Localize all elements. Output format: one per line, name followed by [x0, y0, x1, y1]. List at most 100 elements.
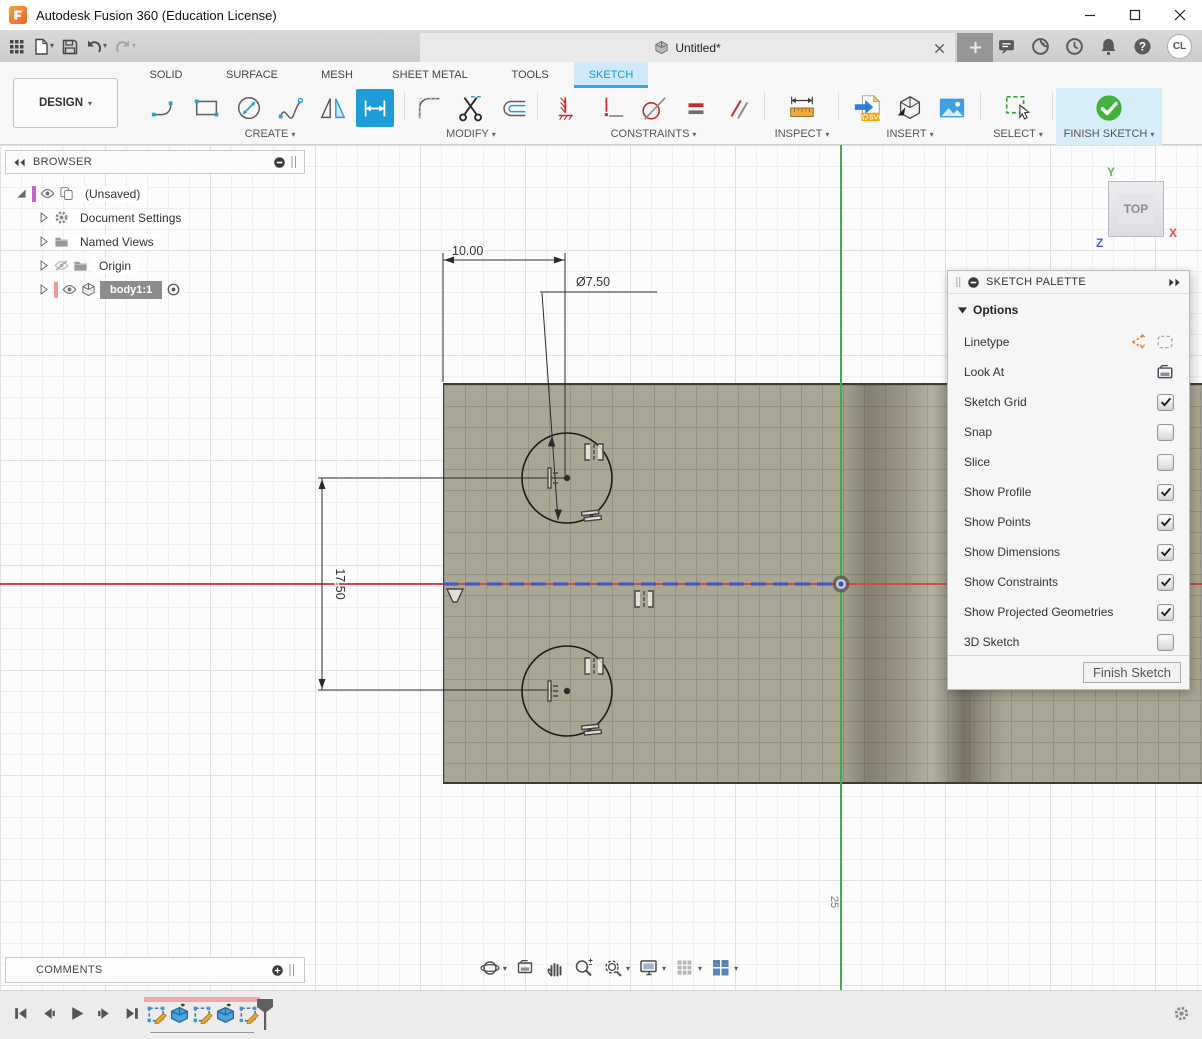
snap-checkbox[interactable]	[1157, 424, 1174, 441]
collapse-arrow-icon[interactable]	[37, 283, 50, 296]
circle-tool[interactable]	[230, 89, 268, 127]
tab-tools[interactable]: TOOLS	[486, 62, 574, 88]
spline-tool[interactable]	[272, 89, 310, 127]
viewports-tool-button[interactable]: ▾	[711, 958, 738, 978]
dropdown-caret-icon[interactable]: ▾	[662, 964, 666, 973]
browser-item-body1[interactable]: body1:1	[37, 279, 305, 300]
expand-arrow-icon[interactable]	[15, 187, 28, 200]
activate-component-radio-icon[interactable]	[166, 282, 181, 297]
look-at-icon[interactable]	[1156, 363, 1174, 381]
browser-item-document-settings[interactable]: Document Settings	[37, 207, 305, 228]
3d-sketch-checkbox[interactable]	[1157, 634, 1174, 651]
centerline-linetype-icon[interactable]	[1156, 333, 1174, 351]
save-button[interactable]	[61, 38, 78, 55]
tab-surface[interactable]: SURFACE	[204, 62, 300, 88]
dropdown-caret-icon[interactable]: ▾	[626, 964, 630, 973]
extrude-feature-item[interactable]	[169, 1003, 190, 1024]
browser-item-named-views[interactable]: Named Views	[37, 231, 305, 252]
options-section-header[interactable]: Options	[948, 294, 1189, 319]
tab-sheet-metal[interactable]: SHEET METAL	[374, 62, 486, 88]
app-launcher-button[interactable]	[8, 38, 25, 55]
visibility-eye-icon[interactable]	[40, 186, 55, 201]
fillet-tool[interactable]	[410, 89, 448, 127]
finish-sketch-button[interactable]: Finish Sketch	[1083, 662, 1181, 683]
show-constraints-checkbox[interactable]	[1157, 574, 1174, 591]
display-settings-button[interactable]: ▾	[639, 958, 666, 978]
construction-linetype-icon[interactable]	[1129, 333, 1147, 351]
vertical-horizontal-tool[interactable]	[593, 89, 631, 127]
minimize-button[interactable]	[1067, 0, 1112, 30]
close-button[interactable]	[1157, 0, 1202, 30]
line-tool[interactable]	[146, 89, 184, 127]
zoom-tool-button[interactable]	[574, 958, 594, 978]
extensions-icon[interactable]	[1031, 37, 1050, 56]
browser-item-label[interactable]: Named Views	[73, 234, 161, 250]
timeline-settings-gear-icon[interactable]	[1173, 1005, 1190, 1022]
canvas-image-tool[interactable]	[933, 89, 971, 127]
group-label-modify[interactable]: MODIFY	[408, 128, 534, 140]
tab-sketch[interactable]: SKETCH	[574, 62, 648, 88]
show-dimensions-checkbox[interactable]	[1157, 544, 1174, 561]
show-points-checkbox[interactable]	[1157, 514, 1174, 531]
drag-handle-icon[interactable]	[291, 156, 297, 168]
visibility-off-icon[interactable]	[54, 258, 69, 273]
finish-sketch-tool[interactable]	[1090, 89, 1128, 127]
sketch-palette-header[interactable]: SKETCH PALETTE	[948, 271, 1189, 294]
sketch-feature-item[interactable]	[192, 1003, 213, 1024]
workspace-switcher[interactable]: DESIGN ▾	[13, 78, 118, 128]
file-menu-button[interactable]: ▾	[32, 38, 54, 55]
timeline-step-back-button[interactable]	[40, 1005, 57, 1022]
show-projected-geometries-checkbox[interactable]	[1157, 604, 1174, 621]
group-label-inspect[interactable]: INSPECT	[768, 128, 836, 140]
timeline-step-forward-button[interactable]	[96, 1005, 113, 1022]
collapse-arrow-icon[interactable]	[37, 259, 50, 272]
group-label-constraints[interactable]: CONSTRAINTS	[541, 128, 766, 140]
timeline-play-button[interactable]	[68, 1005, 85, 1022]
look-at-tool-button[interactable]	[516, 958, 536, 978]
model-canvas[interactable]: 10.00 Ø7.50 17.50	[0, 145, 1202, 990]
parallel-tool[interactable]	[719, 89, 757, 127]
viewcube[interactable]: TOP Y Z X	[1108, 181, 1164, 237]
browser-item-label[interactable]: (Unsaved)	[78, 186, 147, 202]
grid-settings-button[interactable]: ▾	[675, 958, 702, 978]
sketch-feature-item[interactable]	[146, 1003, 167, 1024]
dim-width-label[interactable]: 10.00	[452, 244, 483, 258]
dropdown-caret-icon[interactable]: ▾	[698, 964, 702, 973]
visibility-eye-icon[interactable]	[62, 282, 77, 297]
minimize-panel-icon[interactable]	[273, 156, 286, 169]
dropdown-caret-icon[interactable]: ▾	[734, 964, 738, 973]
browser-header[interactable]: BROWSER	[5, 150, 305, 174]
expand-panel-icon[interactable]	[1168, 278, 1181, 287]
tab-solid[interactable]: SOLID	[128, 62, 204, 88]
measure-tool[interactable]	[783, 89, 821, 127]
group-label-select[interactable]: SELECT	[984, 128, 1052, 140]
timeline-go-to-start-button[interactable]	[12, 1005, 29, 1022]
insert-mesh-tool[interactable]	[891, 89, 929, 127]
offset-tool[interactable]	[494, 89, 532, 127]
dropdown-caret-icon[interactable]: ▾	[503, 964, 507, 973]
sketch-grid-checkbox[interactable]	[1157, 394, 1174, 411]
pan-tool-button[interactable]	[545, 958, 565, 978]
drag-handle-icon[interactable]	[289, 964, 295, 976]
redo-button[interactable]: ▾	[114, 38, 136, 55]
show-profile-checkbox[interactable]	[1157, 484, 1174, 501]
tab-close-icon[interactable]	[931, 40, 947, 56]
browser-root-row[interactable]: (Unsaved)	[15, 183, 305, 204]
undo-button[interactable]: ▾	[85, 38, 107, 55]
tab-mesh[interactable]: MESH	[300, 62, 374, 88]
maximize-button[interactable]	[1112, 0, 1157, 30]
insert-svg-tool[interactable]: SVG	[849, 89, 887, 127]
fix-tool[interactable]	[551, 89, 589, 127]
mirror-tool[interactable]	[314, 89, 352, 127]
tangent-tool[interactable]	[635, 89, 673, 127]
collapse-panel-icon[interactable]	[13, 158, 26, 167]
timeline-go-to-end-button[interactable]	[124, 1005, 141, 1022]
help-icon[interactable]: ?	[1133, 37, 1152, 56]
slice-checkbox[interactable]	[1157, 454, 1174, 471]
comments-panel[interactable]: COMMENTS	[5, 957, 305, 983]
notifications-bell-icon[interactable]	[1099, 37, 1118, 56]
job-status-clock-icon[interactable]	[1065, 37, 1084, 56]
trim-tool[interactable]	[452, 89, 490, 127]
extrude-feature-item[interactable]	[215, 1003, 236, 1024]
browser-item-label[interactable]: Document Settings	[73, 210, 188, 226]
